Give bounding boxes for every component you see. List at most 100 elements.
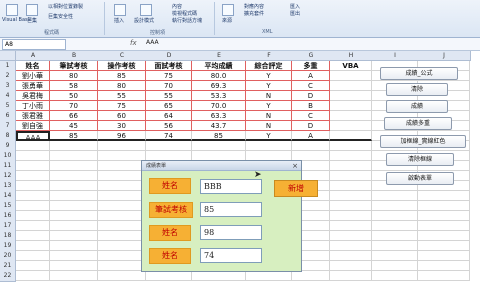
table-cell[interactable] bbox=[418, 251, 470, 261]
macro-security-button[interactable]: 巨集安全性 bbox=[48, 13, 73, 20]
table-cell[interactable]: 55 bbox=[98, 91, 146, 101]
table-cell[interactable] bbox=[372, 211, 418, 221]
table-cell[interactable] bbox=[330, 141, 372, 151]
table-cell[interactable] bbox=[330, 71, 372, 81]
table-cell[interactable] bbox=[330, 231, 372, 241]
import-button[interactable]: 匯入 bbox=[290, 3, 300, 10]
table-cell[interactable] bbox=[372, 251, 418, 261]
table-cell[interactable]: 85 bbox=[50, 131, 98, 141]
table-cell[interactable] bbox=[50, 141, 98, 151]
table-cell[interactable] bbox=[98, 271, 146, 281]
column-header[interactable]: F bbox=[246, 51, 293, 61]
table-cell[interactable]: 55 bbox=[146, 91, 192, 101]
table-cell[interactable]: 85 bbox=[192, 131, 246, 141]
run-dialog-button[interactable]: 執行對話方塊 bbox=[172, 17, 202, 24]
column-header[interactable]: D bbox=[146, 51, 193, 61]
table-cell[interactable]: Y bbox=[246, 81, 292, 91]
table-cell[interactable]: 80.0 bbox=[192, 71, 246, 81]
table-cell[interactable] bbox=[330, 181, 372, 191]
table-cell[interactable]: 丁小雨 bbox=[16, 101, 50, 111]
table-cell[interactable] bbox=[246, 141, 292, 151]
table-cell[interactable] bbox=[192, 271, 246, 281]
table-cell[interactable] bbox=[98, 221, 146, 231]
table-cell[interactable] bbox=[16, 141, 50, 151]
table-cell[interactable] bbox=[50, 181, 98, 191]
design-mode-icon[interactable] bbox=[140, 4, 152, 16]
table-cell[interactable] bbox=[98, 251, 146, 261]
table-cell[interactable]: 80 bbox=[50, 71, 98, 81]
macros-icon[interactable] bbox=[26, 4, 38, 16]
table-cell[interactable] bbox=[16, 221, 50, 231]
table-cell[interactable] bbox=[16, 171, 50, 181]
name-box[interactable]: A8 bbox=[2, 39, 66, 50]
column-header[interactable]: H bbox=[330, 51, 373, 61]
column-header[interactable]: A bbox=[16, 51, 51, 61]
table-cell[interactable]: 80 bbox=[98, 81, 146, 91]
table-cell[interactable] bbox=[16, 181, 50, 191]
clear-border-button[interactable]: 清除框線 bbox=[386, 153, 454, 166]
table-cell[interactable] bbox=[50, 151, 98, 161]
table-cell[interactable] bbox=[330, 131, 372, 141]
table-cell[interactable] bbox=[50, 251, 98, 261]
table-cell[interactable] bbox=[16, 231, 50, 241]
table-cell[interactable] bbox=[372, 271, 418, 281]
table-cell[interactable] bbox=[50, 221, 98, 231]
source-button[interactable]: 來源 bbox=[222, 17, 232, 24]
table-cell[interactable] bbox=[418, 271, 470, 281]
table-cell[interactable] bbox=[16, 271, 50, 281]
table-cell[interactable] bbox=[192, 141, 246, 151]
table-cell[interactable] bbox=[98, 211, 146, 221]
table-cell[interactable] bbox=[50, 161, 98, 171]
table-cell[interactable]: 53.3 bbox=[192, 91, 246, 101]
table-cell[interactable]: 面試考核 bbox=[146, 61, 192, 71]
table-cell[interactable] bbox=[98, 141, 146, 151]
table-cell[interactable] bbox=[16, 151, 50, 161]
table-cell[interactable]: 30 bbox=[98, 121, 146, 131]
table-cell[interactable]: C bbox=[292, 111, 330, 121]
column-header[interactable]: C bbox=[98, 51, 147, 61]
table-cell[interactable]: 43.7 bbox=[192, 121, 246, 131]
table-cell[interactable] bbox=[418, 201, 470, 211]
table-cell[interactable]: 平均成績 bbox=[192, 61, 246, 71]
select-all-corner[interactable] bbox=[0, 51, 16, 61]
table-cell[interactable] bbox=[246, 271, 292, 281]
launch-form-button[interactable]: 啟動表單 bbox=[386, 172, 454, 185]
table-cell[interactable]: B bbox=[292, 101, 330, 111]
design-mode-button[interactable]: 設計模式 bbox=[134, 17, 154, 24]
column-header[interactable]: E bbox=[192, 51, 247, 61]
table-cell[interactable] bbox=[418, 211, 470, 221]
table-cell[interactable]: 綜合評定 bbox=[246, 61, 292, 71]
table-cell[interactable] bbox=[50, 271, 98, 281]
insert-icon[interactable] bbox=[114, 4, 126, 16]
interview-test-input[interactable]: 74 bbox=[200, 248, 262, 263]
table-cell[interactable]: 吳君梅 bbox=[16, 91, 50, 101]
table-cell[interactable] bbox=[98, 151, 146, 161]
column-header[interactable]: I bbox=[372, 51, 419, 61]
table-cell[interactable] bbox=[50, 241, 98, 251]
table-cell[interactable]: D bbox=[292, 91, 330, 101]
grade-formula-button[interactable]: 成績_公式 bbox=[380, 67, 458, 80]
close-icon[interactable]: × bbox=[292, 161, 298, 171]
operation-test-input[interactable]: 98 bbox=[200, 225, 262, 240]
table-cell[interactable] bbox=[98, 161, 146, 171]
table-cell[interactable] bbox=[372, 201, 418, 211]
add-red-border-button[interactable]: 加框線_實線紅色 bbox=[380, 135, 466, 148]
table-cell[interactable] bbox=[330, 171, 372, 181]
table-cell[interactable] bbox=[372, 221, 418, 231]
column-header[interactable]: B bbox=[50, 51, 99, 61]
table-cell[interactable]: 筆試考核 bbox=[50, 61, 98, 71]
table-cell[interactable]: Y bbox=[246, 131, 292, 141]
table-cell[interactable]: 70.0 bbox=[192, 101, 246, 111]
table-cell[interactable] bbox=[16, 211, 50, 221]
table-cell[interactable]: 操作考核 bbox=[98, 61, 146, 71]
formula-input[interactable]: AAA bbox=[146, 39, 159, 46]
table-cell[interactable] bbox=[330, 251, 372, 261]
table-cell[interactable] bbox=[98, 241, 146, 251]
table-cell[interactable]: 75 bbox=[146, 71, 192, 81]
table-cell[interactable]: 姓名 bbox=[16, 61, 50, 71]
table-cell[interactable] bbox=[50, 211, 98, 221]
table-cell[interactable]: AAA bbox=[16, 131, 50, 141]
table-cell[interactable] bbox=[372, 241, 418, 251]
table-cell[interactable] bbox=[98, 191, 146, 201]
fx-icon[interactable]: fx bbox=[130, 39, 137, 47]
